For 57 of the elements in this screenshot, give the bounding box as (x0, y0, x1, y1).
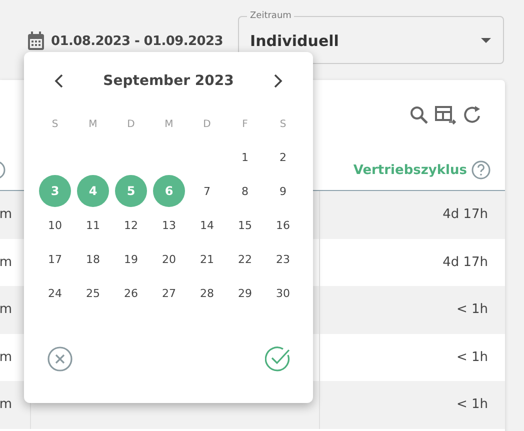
next-month-icon[interactable] (272, 74, 283, 88)
calendar-day[interactable]: 23 (267, 243, 299, 275)
weekday-label: D (127, 118, 135, 130)
table-cell: m (0, 207, 12, 222)
calendar-day[interactable]: 20 (153, 243, 185, 275)
table-cell: m (0, 350, 12, 365)
table-cell: < 1h (456, 302, 488, 318)
calendar-day[interactable]: 30 (267, 277, 299, 309)
calendar-day[interactable]: 18 (77, 243, 109, 275)
table-cell: 4d 17h (442, 254, 488, 270)
calendar-day[interactable]: 15 (229, 209, 261, 241)
weekday-label: S (280, 118, 286, 130)
search-icon[interactable] (409, 105, 429, 125)
table-cell: m (0, 397, 12, 412)
calendar-day[interactable]: 2 (267, 141, 299, 173)
weekday-label: D (203, 118, 211, 130)
weekday-label: S (52, 118, 58, 130)
calendar-day[interactable]: 13 (153, 209, 185, 241)
calendar-day[interactable]: 26 (115, 277, 147, 309)
confirm-icon[interactable] (265, 346, 291, 372)
calendar-day[interactable]: 1 (229, 141, 261, 173)
calendar-day[interactable]: 10 (39, 209, 71, 241)
calendar-icon[interactable] (27, 31, 45, 51)
weekday-label: F (242, 118, 248, 130)
calendar-day[interactable]: 27 (153, 277, 185, 309)
caret-icon (481, 38, 491, 43)
date-range-text[interactable]: 01.08.2023 - 01.09.2023 (51, 34, 224, 48)
cancel-icon[interactable] (47, 346, 73, 372)
weekday-label: M (88, 118, 98, 130)
table-cell: < 1h (456, 397, 488, 412)
calendar-day[interactable]: 21 (191, 243, 223, 275)
calendar-day[interactable]: 24 (39, 277, 71, 309)
calendar-day[interactable]: 7 (191, 175, 223, 207)
refresh-icon[interactable] (463, 105, 483, 125)
table-cell: 4d 17h (442, 207, 488, 222)
previous-month-icon[interactable] (54, 74, 64, 88)
calendar-day[interactable]: 16 (267, 209, 299, 241)
table-cell: < 1h (456, 350, 488, 365)
help-icon[interactable] (0, 160, 6, 180)
calendar-day[interactable]: 11 (77, 209, 109, 241)
month-title: September 2023 (103, 72, 234, 88)
calendar-day[interactable]: 29 (229, 277, 261, 309)
table-cell: m (0, 254, 12, 270)
calendar-day[interactable]: 25 (77, 277, 109, 309)
calendar-day[interactable]: 19 (115, 243, 147, 275)
table-cell: m (0, 302, 12, 318)
weekday-label: M (164, 118, 174, 130)
table-export-icon[interactable] (435, 105, 457, 125)
calendar-day[interactable]: 17 (39, 243, 71, 275)
help-icon[interactable] (471, 160, 491, 180)
calendar-day[interactable]: 9 (267, 175, 299, 207)
select-label: Zeitraum (249, 11, 292, 22)
calendar-day[interactable]: 12 (115, 209, 147, 241)
calendar-day[interactable]: 22 (229, 243, 261, 275)
calendar-day[interactable]: 28 (191, 277, 223, 309)
calendar-day[interactable]: 14 (191, 209, 223, 241)
calendar-day[interactable]: 8 (229, 175, 261, 207)
